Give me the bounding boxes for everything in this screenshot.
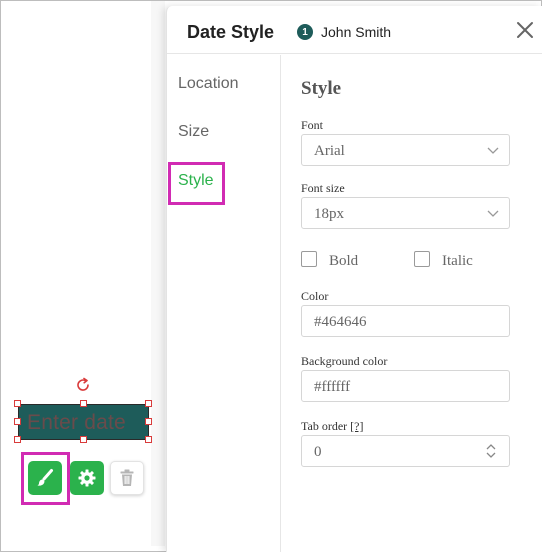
font-label: Font bbox=[301, 118, 324, 132]
tab-order-label-text: Tab order bbox=[301, 419, 348, 433]
date-field[interactable]: Enter date bbox=[18, 404, 149, 440]
font-size-value: 18px bbox=[314, 206, 344, 222]
resize-handle-top[interactable] bbox=[80, 400, 87, 407]
close-icon[interactable] bbox=[515, 20, 535, 40]
resize-handle-bottom-left[interactable] bbox=[14, 436, 21, 443]
font-size-select[interactable]: 18px bbox=[301, 197, 510, 229]
resize-handle-right[interactable] bbox=[145, 418, 152, 425]
stepper-arrows-icon[interactable] bbox=[485, 442, 497, 460]
delete-button[interactable] bbox=[110, 461, 144, 495]
document-canvas: Enter date bbox=[1, 1, 165, 546]
rotate-icon[interactable] bbox=[74, 376, 92, 394]
paintbrush-icon bbox=[37, 469, 53, 486]
resize-handle-bottom[interactable] bbox=[80, 436, 87, 443]
resize-handle-left[interactable] bbox=[14, 418, 21, 425]
nav-item-location[interactable]: Location bbox=[178, 75, 239, 93]
panel-title: Date Style bbox=[187, 22, 275, 42]
gear-icon bbox=[78, 469, 96, 487]
bold-label: Bold bbox=[329, 253, 359, 269]
background-color-input[interactable]: #ffffff bbox=[301, 370, 510, 402]
trash-icon bbox=[120, 469, 134, 486]
resize-handle-top-left[interactable] bbox=[14, 400, 21, 407]
chevron-down-icon bbox=[487, 147, 499, 154]
font-select[interactable]: Arial bbox=[301, 134, 510, 166]
date-field-placeholder: Enter date bbox=[27, 411, 126, 434]
panel-nav: Location Size Style bbox=[167, 55, 281, 552]
bold-checkbox[interactable] bbox=[301, 251, 317, 267]
tab-order-input[interactable]: 0 bbox=[301, 435, 510, 467]
color-input[interactable]: #464646 bbox=[301, 305, 510, 337]
tab-order-label: Tab order [?] bbox=[301, 419, 363, 434]
resize-handle-top-right[interactable] bbox=[145, 400, 152, 407]
signer-name: John Smith bbox=[321, 24, 392, 40]
section-title: Style bbox=[301, 78, 342, 99]
canvas-scroll-strip bbox=[151, 1, 165, 546]
font-value: Arial bbox=[314, 143, 345, 159]
settings-button[interactable] bbox=[70, 461, 104, 495]
resize-handle-bottom-right[interactable] bbox=[145, 436, 152, 443]
font-size-label: Font size bbox=[301, 181, 345, 195]
tab-order-value: 0 bbox=[314, 444, 322, 460]
chevron-down-icon bbox=[487, 210, 499, 217]
nav-item-size[interactable]: Size bbox=[178, 123, 209, 141]
color-value: #464646 bbox=[314, 314, 367, 330]
nav-style-highlight bbox=[168, 162, 225, 205]
style-button[interactable] bbox=[28, 461, 62, 495]
date-style-panel: Date Style 1 John Smith Location Size St… bbox=[166, 6, 542, 552]
tab-order-help-link[interactable]: [?] bbox=[350, 419, 363, 433]
style-content: Style Font Arial Font size 18px Bold Ita… bbox=[282, 55, 542, 552]
color-label: Color bbox=[301, 289, 329, 303]
background-color-label: Background color bbox=[301, 354, 388, 368]
panel-header: Date Style 1 John Smith bbox=[167, 6, 542, 54]
signer-number-badge: 1 bbox=[297, 24, 313, 40]
italic-checkbox[interactable] bbox=[414, 251, 430, 267]
background-color-value: #ffffff bbox=[314, 379, 351, 395]
italic-label: Italic bbox=[442, 253, 473, 269]
